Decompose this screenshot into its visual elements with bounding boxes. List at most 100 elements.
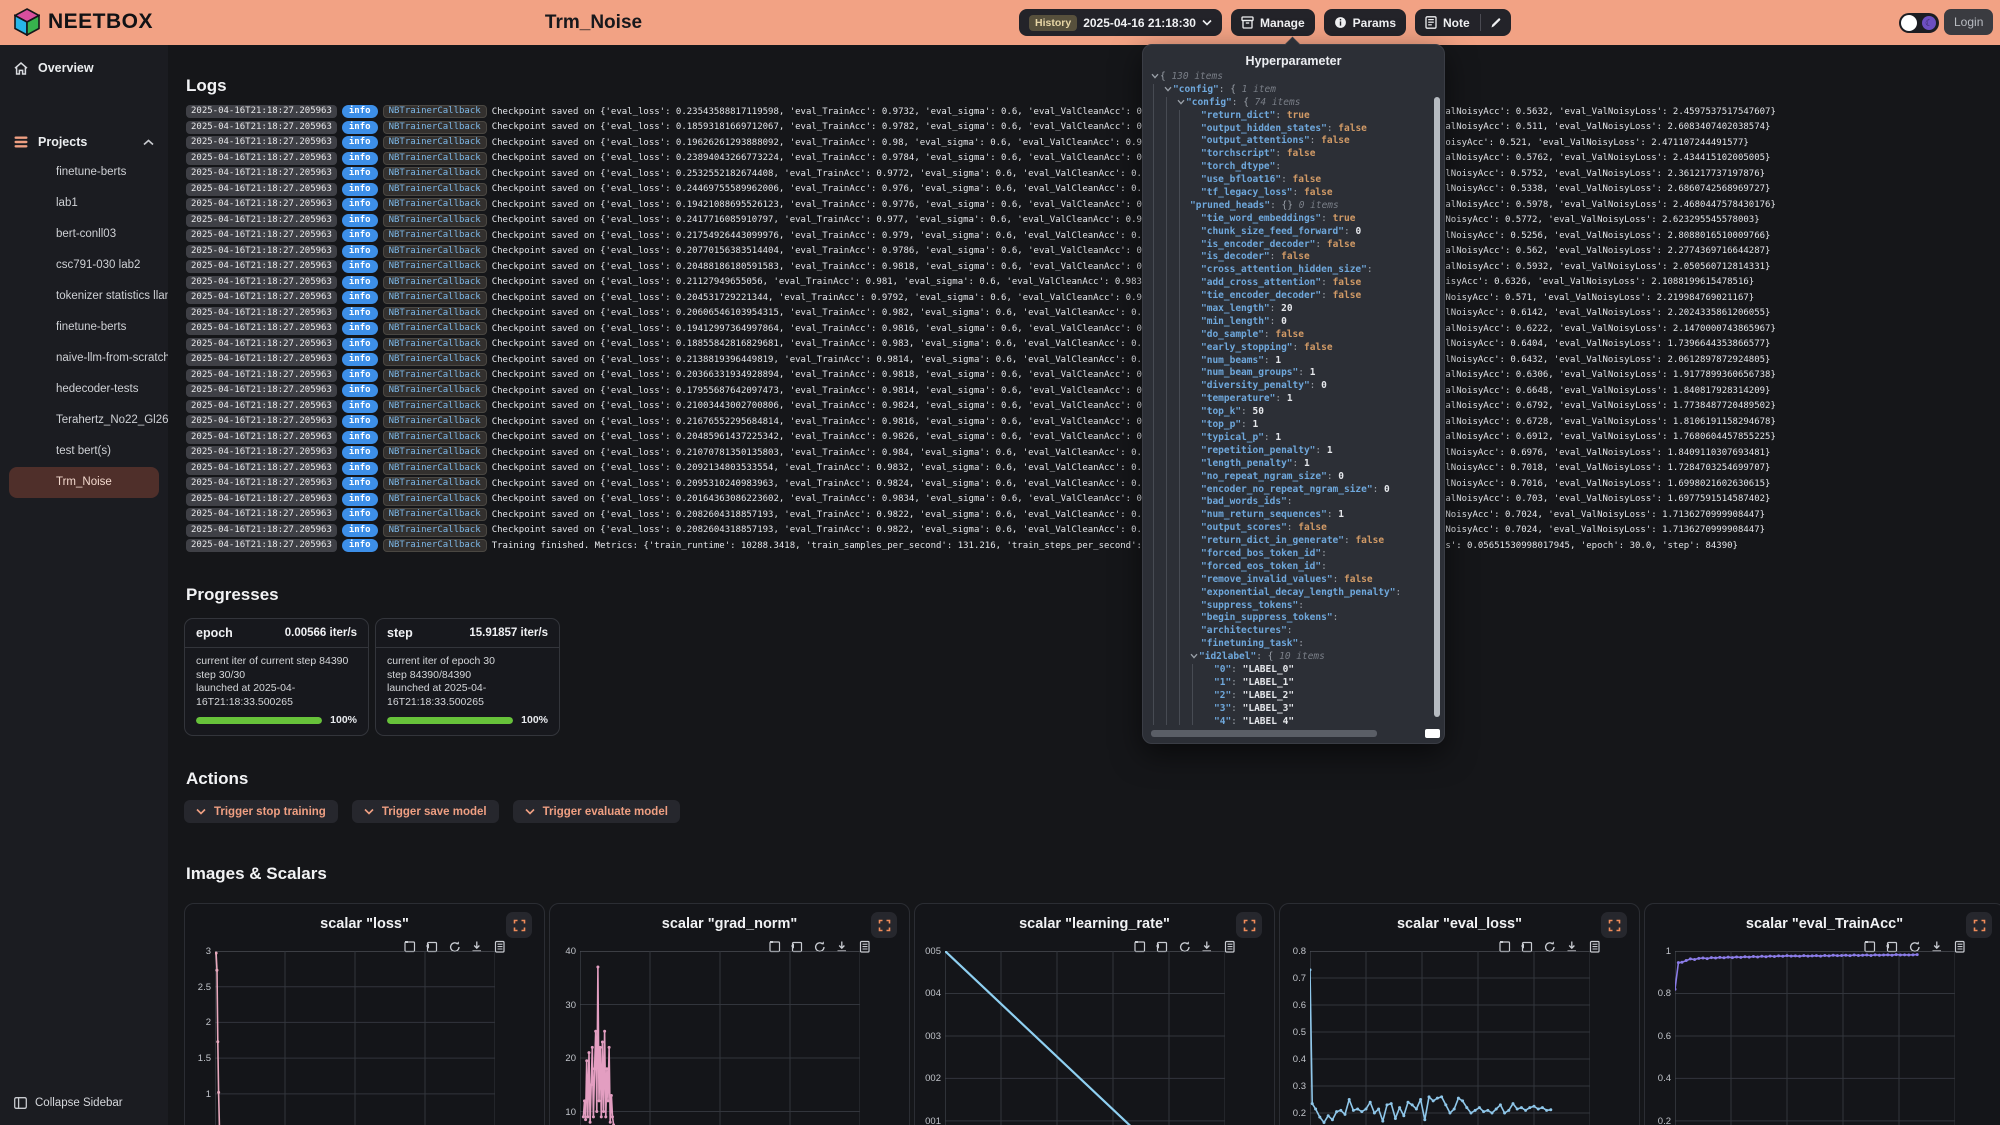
log-timestamp-badge: 2025-04-16T21:18:27.205963 xyxy=(186,291,337,304)
tree-collapse-arrow-icon[interactable] xyxy=(1190,651,1199,664)
expand-chart-button[interactable] xyxy=(1236,912,1262,938)
tree-row[interactable]: "id2label": { 10 items xyxy=(1143,651,1430,664)
popup-vertical-scrollbar[interactable] xyxy=(1434,97,1440,717)
log-source-badge: NBTrainerCallback xyxy=(383,245,487,258)
cube-logo-icon xyxy=(14,8,40,36)
tree-collapse-arrow-icon[interactable] xyxy=(1151,71,1160,84)
expand-chart-button[interactable] xyxy=(1601,912,1627,938)
tree-indent-guide xyxy=(1153,135,1154,148)
sidebar-item-overview[interactable]: Overview xyxy=(0,55,168,81)
log-level-badge: info xyxy=(342,167,378,180)
log-source-badge: NBTrainerCallback xyxy=(383,384,487,397)
note-button[interactable]: Note xyxy=(1415,9,1480,36)
tree-indent-guide xyxy=(1179,367,1180,380)
sidebar-item-project[interactable]: naive-llm-from-scratch xyxy=(0,343,168,374)
tree-indent-guide xyxy=(1153,548,1154,561)
sidebar-item-project[interactable]: test bert(s) xyxy=(0,436,168,467)
log-line: 2025-04-16T21:18:27.205963infoNBTrainerC… xyxy=(186,445,1992,461)
tree-row[interactable]: { 130 items xyxy=(1143,71,1430,84)
sidebar-item-project[interactable]: finetune-berts xyxy=(0,157,168,188)
expand-chart-button[interactable] xyxy=(871,912,897,938)
history-dropdown[interactable]: History 2025-04-16 21:18:30 xyxy=(1019,9,1222,36)
login-button[interactable]: Login xyxy=(1944,9,1993,35)
home-icon xyxy=(14,62,28,75)
tree-indent-guide xyxy=(1153,303,1154,316)
tree-row: "forced_eos_token_id": xyxy=(1143,561,1430,574)
log-timestamp-badge: 2025-04-16T21:18:27.205963 xyxy=(186,462,337,475)
log-source-badge: NBTrainerCallback xyxy=(383,167,487,180)
params-button[interactable]: Params xyxy=(1324,9,1406,36)
progress-percent: 100% xyxy=(330,714,357,726)
sidebar-overview-label: Overview xyxy=(38,61,94,75)
expand-chart-button[interactable] xyxy=(1966,912,1992,938)
log-level-badge: info xyxy=(342,539,378,552)
manage-button[interactable]: Manage xyxy=(1231,9,1315,36)
tree-indent-guide xyxy=(1166,290,1167,303)
sidebar-item-project[interactable]: finetune-berts xyxy=(0,312,168,343)
collapse-sidebar-label: Collapse Sidebar xyxy=(35,1097,123,1109)
chart-plot-area[interactable]: 40302010 xyxy=(550,951,909,1125)
tree-collapse-arrow-icon[interactable] xyxy=(1164,84,1173,97)
log-message: Checkpoint saved on {'eval_loss': 0.2045… xyxy=(492,293,1755,303)
tree-indent-guide xyxy=(1153,187,1154,200)
tree-collapse-arrow-icon[interactable] xyxy=(1177,97,1186,110)
tree-indent-guide xyxy=(1153,677,1154,690)
y-axis-tick-label: 1.5 xyxy=(185,1053,211,1064)
log-line: 2025-04-16T21:18:27.205963infoNBTrainerC… xyxy=(186,151,1992,167)
tree-row: "top_k": 50 xyxy=(1143,406,1430,419)
y-axis-tick-label: 001 xyxy=(915,1116,941,1125)
tree-indent-guide xyxy=(1179,458,1180,471)
y-axis-tick-label: 0.2 xyxy=(1280,1108,1306,1119)
log-level-badge: info xyxy=(342,493,378,506)
hyperparameter-tree[interactable]: { 130 items"config": { 1 item"config": {… xyxy=(1143,71,1430,725)
sidebar-item-project[interactable]: csc791-030 lab2 xyxy=(0,250,168,281)
collapse-sidebar-button[interactable]: Collapse Sidebar xyxy=(0,1090,168,1116)
tree-row: "pruned_heads": {} 0 items xyxy=(1143,200,1430,213)
chart-plot-area[interactable]: 005004003002001 xyxy=(915,951,1274,1125)
log-line: 2025-04-16T21:18:27.205963infoNBTrainerC… xyxy=(186,120,1992,136)
chart-plot-area[interactable]: 32.521.51 xyxy=(185,951,544,1125)
y-axis-tick-label: 0.8 xyxy=(1280,946,1306,957)
app-logo[interactable]: NEETBOX xyxy=(14,8,153,36)
tree-indent-guide xyxy=(1153,664,1154,677)
log-message: Checkpoint saved on {'eval_loss': 0.1885… xyxy=(492,339,1771,349)
expand-chart-button[interactable] xyxy=(506,912,532,938)
log-line: 2025-04-16T21:18:27.205963infoNBTrainerC… xyxy=(186,414,1992,430)
tree-indent-guide xyxy=(1166,380,1167,393)
sidebar-item-project[interactable]: Trm_Noise xyxy=(9,467,159,498)
sidebar-item-project[interactable]: hedecoder-tests xyxy=(0,374,168,405)
log-message: Checkpoint saved on {'eval_loss': 0.2048… xyxy=(492,262,1771,272)
sidebar-item-projects[interactable]: Projects xyxy=(0,129,168,155)
log-message: Checkpoint saved on {'eval_loss': 0.2048… xyxy=(492,432,1776,442)
sidebar-item-project[interactable]: tokenizer statistics llama... xyxy=(0,281,168,312)
sidebar-item-project[interactable]: Terahertz_No22_Gl261_gl... xyxy=(0,405,168,436)
log-timestamp-badge: 2025-04-16T21:18:27.205963 xyxy=(186,477,337,490)
tree-row: "temperature": 1 xyxy=(1143,393,1430,406)
edit-pencil-button[interactable] xyxy=(1481,9,1511,36)
sidebar-item-project[interactable]: bert-conll03 xyxy=(0,219,168,250)
chart-plot-area[interactable]: 0.80.70.60.50.40.30.2 xyxy=(1280,951,1639,1125)
log-level-badge: info xyxy=(342,121,378,134)
log-level-badge: info xyxy=(342,307,378,320)
tree-row[interactable]: "config": { 74 items xyxy=(1143,97,1430,110)
chart-plot-area[interactable]: 10.80.60.40.2 xyxy=(1645,951,2000,1125)
tree-indent-guide xyxy=(1153,638,1154,651)
sidebar-item-project[interactable]: lab1 xyxy=(0,188,168,219)
log-list[interactable]: 2025-04-16T21:18:27.205963 info NBTrainerC… xyxy=(186,104,1992,554)
action-trigger-button[interactable]: Trigger stop training xyxy=(184,800,338,823)
log-message: Checkpoint saved on {'eval_loss': 0.2389… xyxy=(492,153,1771,163)
tree-row: "return_dict": true xyxy=(1143,110,1430,123)
log-timestamp-badge: 2025-04-16T21:18:27.205963 xyxy=(186,508,337,521)
tree-row: "torchscript": false xyxy=(1143,148,1430,161)
tree-row[interactable]: "config": { 1 item xyxy=(1143,84,1430,97)
tree-row: "is_encoder_decoder": false xyxy=(1143,239,1430,252)
action-trigger-button[interactable]: Trigger evaluate model xyxy=(513,800,680,823)
log-level-badge: info xyxy=(342,105,378,118)
action-trigger-button[interactable]: Trigger save model xyxy=(352,800,499,823)
tree-indent-guide xyxy=(1179,303,1180,316)
theme-toggle[interactable]: ☾ xyxy=(1899,13,1939,33)
tree-indent-guide xyxy=(1179,161,1180,174)
popup-horizontal-scrollbar[interactable] xyxy=(1151,730,1377,737)
tree-indent-guide xyxy=(1166,161,1167,174)
tree-indent-guide xyxy=(1179,561,1180,574)
